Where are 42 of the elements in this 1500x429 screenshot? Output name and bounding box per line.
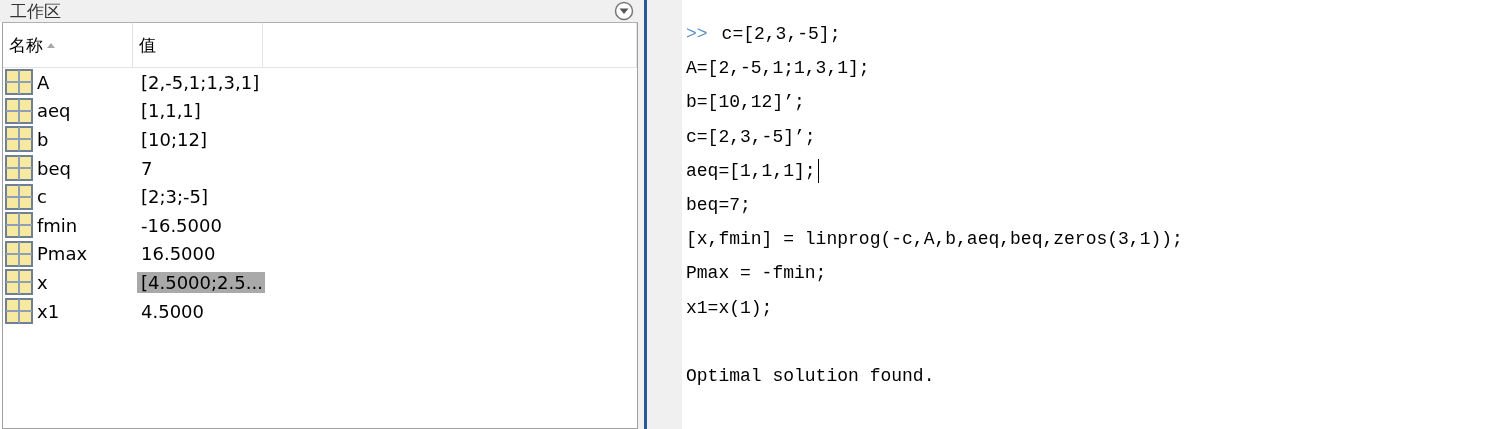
matrix-icon <box>5 155 33 182</box>
code-line: Pmax = -fmin; <box>686 263 827 284</box>
output-message: Optimal solution found. <box>686 365 935 386</box>
variable-name[interactable]: b <box>37 129 49 150</box>
variable-name[interactable]: c <box>37 186 47 208</box>
code-line: A=[2,-5,1;1,3,1]; <box>686 58 870 79</box>
matrix-icon <box>5 97 33 124</box>
variable-name[interactable]: fmin <box>37 214 78 236</box>
variable-value[interactable]: 7 <box>137 157 157 179</box>
variable-name[interactable]: x1 <box>37 300 60 322</box>
column-header[interactable]: 值 <box>139 33 156 57</box>
code-line: b=[10,12]’; <box>686 92 805 113</box>
variable-value[interactable]: [4.5000;2.5... <box>137 271 265 293</box>
matrix-icon <box>5 183 33 210</box>
command-prompt: >> <box>686 24 708 45</box>
variable-name[interactable]: Pmax <box>37 243 88 265</box>
variable-name[interactable]: x <box>37 271 48 293</box>
matrix-icon <box>5 212 33 239</box>
matrix-icon <box>5 126 33 153</box>
code-line: c=[2,3,-5]; <box>721 24 841 45</box>
variable-value[interactable]: 4.5000 <box>137 300 208 322</box>
variable-name[interactable]: aeq <box>37 100 71 122</box>
matrix-icon <box>5 240 33 267</box>
variable-value[interactable]: [2,-5,1;1,3,1] <box>137 71 264 93</box>
code-line: aeq=[1,1,1]; <box>686 160 816 181</box>
variable-value[interactable]: -16.5000 <box>137 214 226 236</box>
code-line: [x,fmin] = linprog(-c,A,b,aeq,beq,zeros(3,1)); <box>686 229 1183 250</box>
variable-value[interactable]: [1,1,1] <box>137 100 205 122</box>
code-line: x1=x(1); <box>686 297 773 318</box>
variable-value[interactable]: 16.5000 <box>137 243 220 265</box>
code-line: beq=7; <box>686 195 751 216</box>
code-line: c=[2,3,-5]’; <box>686 126 816 147</box>
variable-value[interactable]: [10;12] <box>137 129 211 150</box>
panel-title: 工作区 <box>10 0 61 23</box>
column-header[interactable]: 名称 <box>9 33 43 57</box>
dropdown-icon[interactable] <box>614 1 634 21</box>
matrix-icon <box>5 269 33 296</box>
matrix-icon <box>5 298 33 325</box>
variable-name[interactable]: A <box>37 71 50 93</box>
variable-name[interactable]: beq <box>37 157 71 179</box>
variable-value[interactable]: [2;3;-5] <box>137 186 213 208</box>
matrix-icon <box>5 69 33 96</box>
